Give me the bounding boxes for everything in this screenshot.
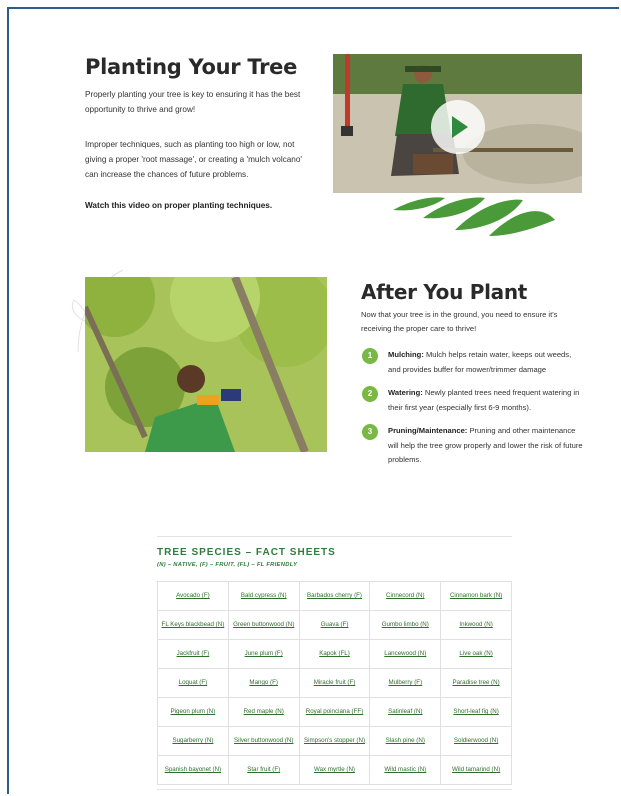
- fact-sheet-link[interactable]: Silver buttonwood (N): [234, 737, 294, 744]
- table-row: Avocado (F) Bald cypress (N) Barbados ch…: [157, 581, 512, 611]
- step-text-1: Mulching: Mulch helps retain water, keep…: [388, 350, 572, 374]
- step-number-3: 3: [362, 424, 378, 440]
- fact-sheet-link[interactable]: Jackfruit (F): [177, 650, 210, 657]
- table-row: Sugarberry (N) Silver buttonwood (N) Sim…: [157, 726, 512, 756]
- fact-sheet-link[interactable]: Soldierwood (N): [454, 737, 498, 744]
- planting-title: Planting Your Tree: [85, 55, 298, 79]
- divider: [157, 789, 512, 790]
- pruning-photo: [85, 277, 327, 452]
- fact-sheet-link[interactable]: Pigeon plum (N): [171, 708, 216, 715]
- fact-sheet-link[interactable]: Mango (F): [249, 679, 278, 686]
- fact-sheet-link[interactable]: Lancewood (N): [384, 650, 426, 657]
- step-number-2: 2: [362, 386, 378, 402]
- fact-sheets-legend: (N) – NATIVE, (F) – FRUIT, (FL) – FL FRI…: [157, 562, 298, 568]
- fact-sheet-link[interactable]: Avocado (F): [176, 592, 210, 599]
- fact-sheet-link[interactable]: Green buttonwood (N): [233, 621, 294, 628]
- fact-sheet-link[interactable]: Wild tamarind (N): [452, 766, 500, 773]
- fact-sheet-link[interactable]: Cinnamon bark (N): [450, 592, 502, 599]
- leaf-decoration: [393, 197, 555, 236]
- table-row: Spanish bayonet (N) Star fruit (F) Wax m…: [157, 755, 512, 785]
- fact-sheet-link[interactable]: Miracle fruit (F): [314, 679, 356, 686]
- table-row: Jackfruit (F) June plum (F) Kapok (FL) L…: [157, 639, 512, 669]
- after-title: After You Plant: [361, 280, 528, 304]
- fact-sheet-link[interactable]: Wild mastic (N): [384, 766, 426, 773]
- fact-sheet-link[interactable]: Mulberry (F): [388, 679, 422, 686]
- table-row: Loquat (F) Mango (F) Miracle fruit (F) M…: [157, 668, 512, 698]
- fact-sheet-link[interactable]: Live oak (N): [459, 650, 492, 657]
- fact-sheet-link[interactable]: Star fruit (F): [247, 766, 280, 773]
- fact-sheet-link[interactable]: Kapok (FL): [319, 650, 350, 657]
- fact-sheet-link[interactable]: Loquat (F): [179, 679, 208, 686]
- fact-sheet-link[interactable]: Satinleaf (N): [388, 708, 422, 715]
- fact-sheets-title: TREE SPECIES – FACT SHEETS: [157, 547, 336, 558]
- fact-sheet-link[interactable]: Bald cypress (N): [241, 592, 287, 599]
- fact-sheet-link[interactable]: Gumbo limbo (N): [382, 621, 429, 628]
- planting-para-1: Properly planting your tree is key to en…: [85, 90, 301, 114]
- fact-sheet-link[interactable]: Simpson's stopper (N): [304, 737, 365, 744]
- step-text-2: Watering: Newly planted trees need frequ…: [388, 388, 580, 412]
- fact-sheet-link[interactable]: Inkwood (N): [459, 621, 492, 628]
- planting-watch-text: Watch this video on proper planting tech…: [85, 201, 273, 210]
- planting-para-2: Improper techniques, such as planting to…: [85, 140, 302, 179]
- fact-sheet-link[interactable]: Wax myrtle (N): [314, 766, 355, 773]
- fact-sheet-link[interactable]: Barbados cherry (F): [307, 592, 362, 599]
- table-row: FL Keys blackbead (N) Green buttonwood (…: [157, 610, 512, 640]
- fact-sheet-link[interactable]: Red maple (N): [244, 708, 284, 715]
- step-number-1: 1: [362, 348, 378, 364]
- table-row: Pigeon plum (N) Red maple (N) Royal poin…: [157, 697, 512, 727]
- fact-sheet-link[interactable]: Guava (F): [321, 621, 349, 628]
- fact-sheet-link[interactable]: Slash pine (N): [386, 737, 425, 744]
- fact-sheet-link[interactable]: Spanish bayonet (N): [165, 766, 221, 773]
- after-intro: Now that your tree is in the ground, you…: [361, 310, 558, 333]
- fact-sheet-link[interactable]: Paradise tree (N): [453, 679, 500, 686]
- fact-sheet-link[interactable]: FL Keys blackbead (N): [162, 621, 225, 628]
- play-icon[interactable]: [431, 100, 485, 154]
- fact-sheet-link[interactable]: June plum (F): [245, 650, 283, 657]
- fact-sheet-link[interactable]: Cinnecord (N): [386, 592, 425, 599]
- fact-sheet-link[interactable]: Sugarberry (N): [172, 737, 213, 744]
- fact-sheet-link[interactable]: Royal poinciana (FF): [306, 708, 363, 715]
- divider: [157, 536, 512, 537]
- fact-sheets-table: Avocado (F) Bald cypress (N) Barbados ch…: [157, 581, 512, 785]
- step-text-3: Pruning/Maintenance: Pruning and other m…: [388, 426, 583, 464]
- fact-sheet-link[interactable]: Short-leaf fig (N): [453, 708, 498, 715]
